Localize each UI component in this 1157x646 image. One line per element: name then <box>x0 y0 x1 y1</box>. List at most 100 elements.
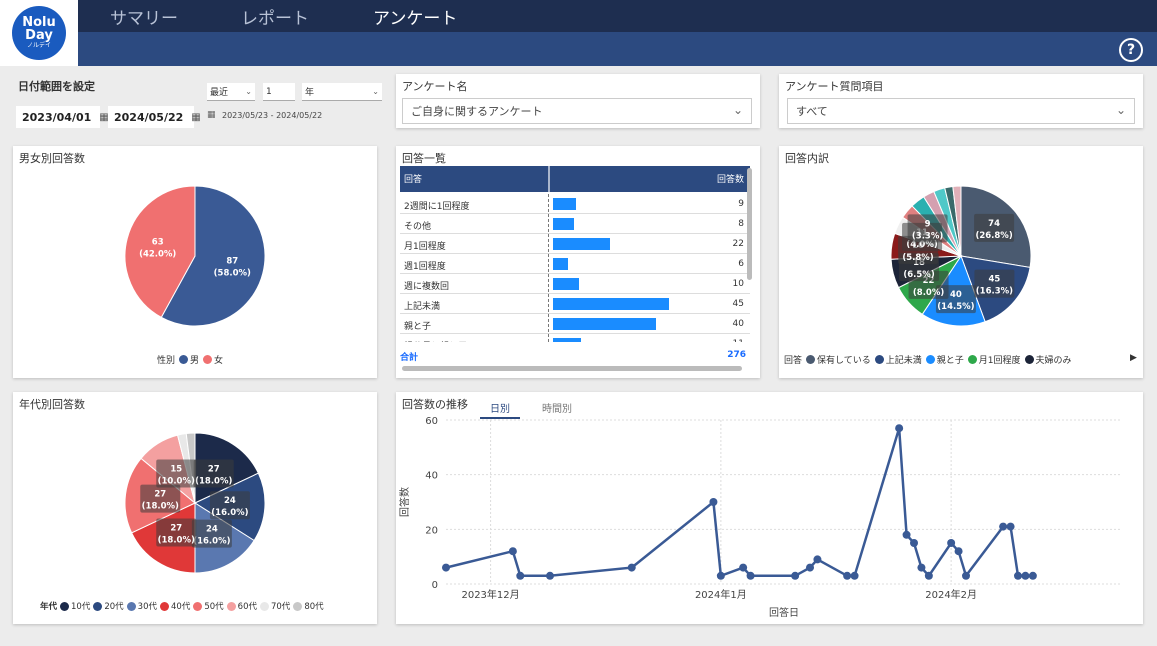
row-bar <box>553 298 669 310</box>
data-label: 24 <box>224 496 236 506</box>
legend-dot <box>259 601 269 611</box>
legend-item[interactable]: 60代 <box>226 600 257 612</box>
legend-next-arrow-icon[interactable]: ▶ <box>1130 353 1137 363</box>
data-label: 9 <box>925 219 931 229</box>
data-label: 24 <box>206 525 218 535</box>
legend-label: 50代 <box>204 602 224 612</box>
column-header-count[interactable]: 回答数 <box>717 172 744 185</box>
legend-item[interactable]: 50代 <box>193 600 224 612</box>
row-value: 22 <box>732 239 744 249</box>
age-pie-chart: 27 (18.0%) 24 (16.0%) 24 (16.0%) 27 (18.0%) 27 (1… <box>124 432 266 574</box>
row-value: 45 <box>732 299 744 309</box>
row-label: 月1回程度 <box>404 242 446 252</box>
data-point <box>627 563 636 572</box>
question-select[interactable]: すべて ⌄ <box>787 98 1135 124</box>
answers-table-title: 回答一覧 <box>402 152 446 165</box>
total-value: 276 <box>727 350 746 360</box>
gender-legend-title: 性別 <box>157 356 176 366</box>
nav-tab-summary[interactable]: サマリー <box>110 4 178 29</box>
data-label: (16.3%) <box>976 287 1013 297</box>
column-header-answer[interactable]: 回答 <box>404 172 422 185</box>
legend-item[interactable]: 10代 <box>60 600 90 612</box>
legend-item[interactable]: 上記未満 <box>874 353 922 366</box>
legend-item[interactable]: 月1回程度 <box>967 353 1021 366</box>
legend-dot <box>806 355 816 364</box>
vertical-scrollbar[interactable] <box>747 168 752 280</box>
x-axis-label: 回答日 <box>769 606 799 619</box>
question-select-value: すべて <box>796 105 828 118</box>
legend-label: 20代 <box>104 602 124 612</box>
data-label: (26.8%) <box>975 231 1012 241</box>
table-row[interactable]: 上記未満 45 <box>400 294 750 314</box>
legend-item[interactable]: 20代 <box>93 600 124 612</box>
data-label: (18.0%) <box>158 536 195 546</box>
chevron-down-icon: ⌄ <box>372 87 379 96</box>
logo[interactable]: Nolu Day ノルデイ <box>0 0 78 66</box>
row-value: 10 <box>732 279 744 289</box>
survey-select[interactable]: ご自身に関するアンケート ⌄ <box>402 98 752 124</box>
table-row[interactable]: その他 8 <box>400 214 750 234</box>
data-point <box>746 571 755 580</box>
data-point <box>1028 571 1037 580</box>
question-filter-card: アンケート質問項目 すべて ⌄ <box>779 74 1143 128</box>
age-chart-card: 年代別回答数 27 (18.0%) 24 (16.0%) 24 (16.0%) 27 (18.… <box>13 392 377 624</box>
relative-unit-select[interactable]: 年 ⌄ <box>302 83 382 101</box>
table-row[interactable]: 週1回程度 6 <box>400 254 750 274</box>
legend-item[interactable]: 夫婦のみ <box>1024 353 1072 366</box>
relative-count-input[interactable]: 1 <box>263 83 295 101</box>
end-date-input[interactable]: 2024/05/22 ▦ <box>108 106 201 128</box>
legend-item[interactable]: 保有している <box>806 353 871 366</box>
horizontal-scrollbar[interactable] <box>402 366 742 371</box>
legend-item[interactable]: 親と子 <box>925 353 964 366</box>
calendar-icon[interactable]: ▦ <box>191 112 200 123</box>
data-label: (18.0%) <box>142 502 179 512</box>
legend-dot <box>93 601 103 611</box>
table-row[interactable]: 親と子 40 <box>400 314 750 334</box>
data-point <box>954 547 963 556</box>
data-point <box>739 563 748 572</box>
data-label: 45 <box>989 275 1001 285</box>
table-row[interactable]: 2週間に1回程度 9 <box>400 194 750 214</box>
breakdown-legend-title: 回答 <box>784 356 803 366</box>
row-value: 11 <box>733 339 744 342</box>
logo-text-line3: ノルデイ <box>26 42 51 49</box>
legend-item[interactable]: 70代 <box>259 600 290 612</box>
start-date-input[interactable]: 2023/04/01 ▦ <box>16 106 109 128</box>
legend-item[interactable]: 女 <box>203 353 223 366</box>
breakdown-legend: 回答 保有している 上記未満 親と子 月1回程度 夫婦のみ <box>784 353 1072 366</box>
data-label: 27 <box>208 464 220 474</box>
data-point <box>999 522 1008 531</box>
legend-item[interactable]: 80代 <box>293 600 324 612</box>
x-tick-label: 2024年1月 <box>695 588 747 601</box>
logo-badge: Nolu Day ノルデイ <box>12 6 66 60</box>
legend-label: 男 <box>190 356 200 366</box>
survey-select-value: ご自身に関するアンケート <box>411 105 543 118</box>
trend-chart-card: 回答数の推移 日別 時間別 0 20 40 60 2023年12月 2024年1月 2024… <box>396 392 1143 624</box>
legend-item[interactable]: 30代 <box>126 600 157 612</box>
data-label: (8.0%) <box>913 288 944 298</box>
question-filter-title: アンケート質問項目 <box>785 80 884 93</box>
data-label: (58.0%) <box>214 269 251 279</box>
table-header: 回答 回答数 <box>400 166 750 192</box>
legend-label: 10代 <box>71 602 91 612</box>
nav-tab-survey[interactable]: アンケート <box>373 4 457 29</box>
data-label: 74 <box>988 219 1000 229</box>
data-label: (6.5%) <box>903 270 934 280</box>
table-row[interactable]: 祖父母と親と子 11 <box>400 334 750 342</box>
legend-item[interactable]: 男 <box>179 353 199 366</box>
legend-label: 親と子 <box>936 356 964 366</box>
legend-label: 夫婦のみ <box>1035 356 1072 366</box>
legend-dot <box>226 601 236 611</box>
row-value: 8 <box>738 219 744 229</box>
breakdown-chart-card: 回答内訳 74(26.8%)45(16.3%)40(14.5%)22(8.0%)… <box>779 146 1143 378</box>
legend-dot <box>179 355 189 364</box>
table-row[interactable]: 週に複数回 10 <box>400 274 750 294</box>
relative-mode-select[interactable]: 最近 ⌄ <box>207 83 255 101</box>
data-label: (10.0%) <box>158 476 195 486</box>
bar-baseline <box>548 194 549 342</box>
legend-item[interactable]: 40代 <box>160 600 190 612</box>
help-icon[interactable]: ? <box>1119 38 1143 62</box>
nav-tab-report[interactable]: レポート <box>241 4 309 29</box>
legend-label: 40代 <box>171 602 191 612</box>
table-row[interactable]: 月1回程度 22 <box>400 234 750 254</box>
